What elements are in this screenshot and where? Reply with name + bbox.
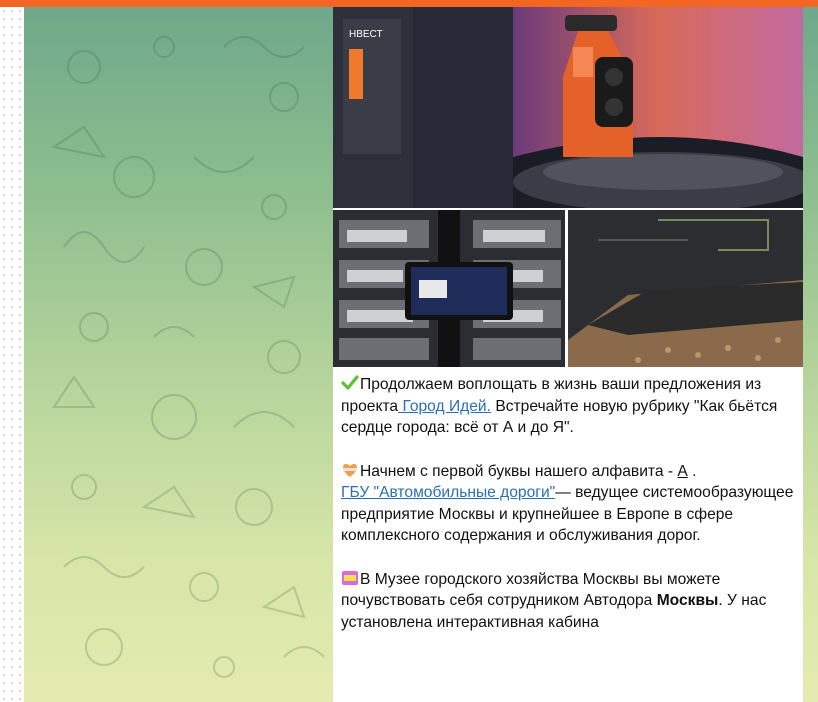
post-text: Продолжаем воплощать в жизнь ваши предло… xyxy=(341,374,797,655)
channel-post: НВЕСТ Продолжаем воплощать в жизнь ваши … xyxy=(333,7,803,702)
exhibit-sign-text: НВЕСТ xyxy=(349,29,383,40)
letter-a-link[interactable]: А xyxy=(677,463,687,480)
letter-a-text-mid: . xyxy=(687,462,697,480)
photo-album[interactable]: НВЕСТ xyxy=(333,7,803,367)
paragraph-museum: В Музее городского хозяйства Москвы вы м… xyxy=(341,569,797,634)
city-of-ideas-link[interactable]: Город Идей. xyxy=(398,398,491,415)
photo-vehicle-models[interactable] xyxy=(333,210,565,367)
check-mark-icon xyxy=(341,375,359,390)
photo-museum-hall[interactable]: НВЕСТ xyxy=(333,7,803,208)
letters-emoji-icon xyxy=(342,570,358,585)
top-accent-bar xyxy=(0,0,818,7)
museum-text-bold: Москвы xyxy=(656,592,719,609)
heart-icon xyxy=(343,463,357,477)
paragraph-letter-a: Начнем с первой буквы нашего алфавита - … xyxy=(341,461,797,547)
photo-road-layers[interactable] xyxy=(568,210,803,367)
dotted-side-strip xyxy=(0,7,24,702)
paragraph-intro: Продолжаем воплощать в жизнь ваши предло… xyxy=(341,374,797,439)
letter-a-text-before: Начнем с первой буквы нашего алфавита - xyxy=(360,462,678,480)
gbu-roads-link[interactable]: ГБУ "Автомобильные дороги" xyxy=(341,484,555,501)
